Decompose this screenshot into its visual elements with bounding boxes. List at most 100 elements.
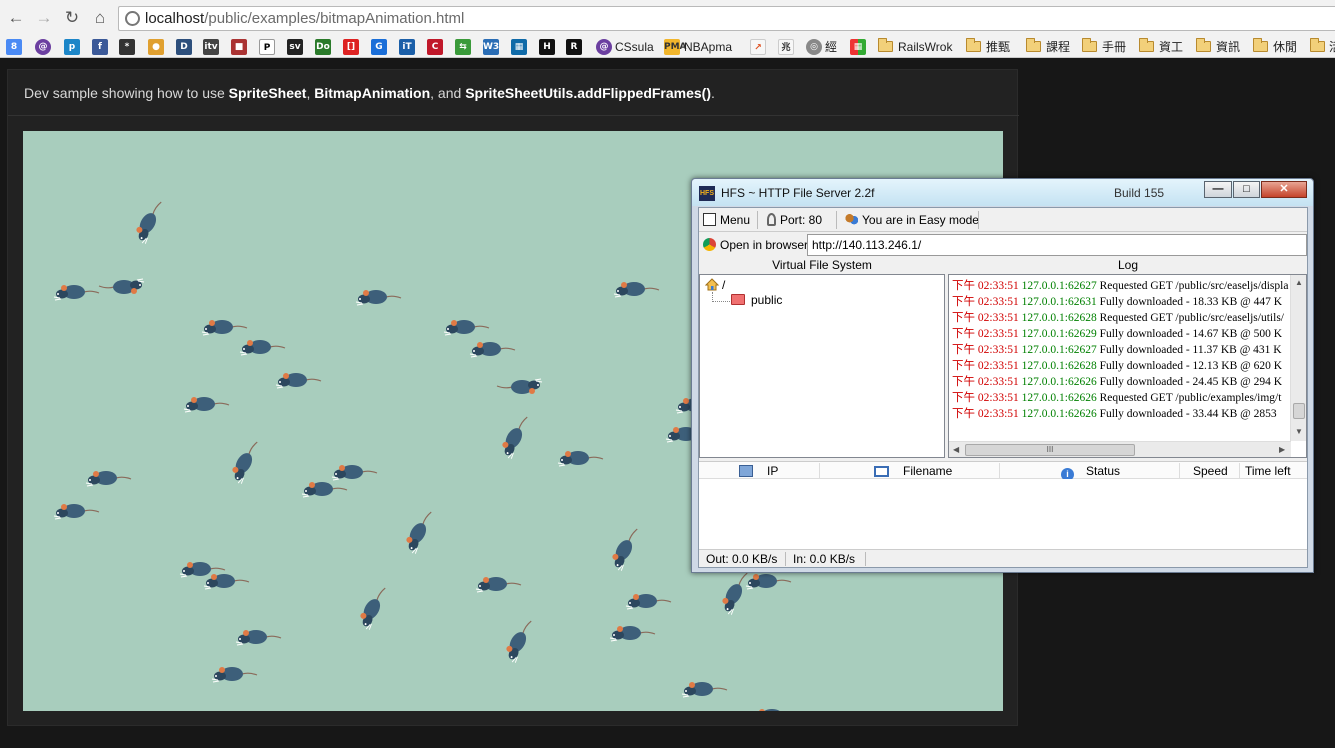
server-url-field[interactable]: http://140.113.246.1/ <box>807 234 1307 256</box>
bookmark-icon[interactable]: ■ <box>231 39 247 55</box>
bookmark-icon[interactable]: sv <box>287 39 303 55</box>
cssula-bookmark-icon[interactable]: @ <box>596 39 612 55</box>
nbapma-bookmark-icon[interactable]: PMA <box>664 39 687 55</box>
bookmark-jing[interactable]: 經 <box>825 39 837 55</box>
bookmark-icon[interactable]: Do <box>315 39 331 55</box>
folder-icon <box>966 38 981 52</box>
bookmark-folder-zixun[interactable]: 資訊 <box>1216 39 1240 55</box>
rat-sprite <box>609 626 656 642</box>
page-info-icon[interactable] <box>125 11 140 26</box>
bookmark-icon[interactable]: H <box>539 39 555 55</box>
bookmark-nbapma[interactable]: NBApma <box>684 39 732 55</box>
intro-suffix: . <box>711 85 715 101</box>
address-bar[interactable]: localhost/public/examples/bitmapAnimatio… <box>118 6 1335 31</box>
folder-icon <box>1253 38 1268 52</box>
vfs-heading: Virtual File System <box>772 258 872 272</box>
col-speed[interactable]: Speed <box>1193 464 1228 478</box>
col-filename[interactable]: Filename <box>874 464 952 478</box>
hfs-logo-icon: HFS <box>699 186 715 201</box>
reload-icon[interactable]: ↻ <box>62 8 82 28</box>
bookmark-icon[interactable]: ▦ <box>511 39 527 55</box>
bookmark-icon[interactable]: G <box>371 39 387 55</box>
scroll-left-icon[interactable]: ◀ <box>953 445 959 454</box>
computer-icon <box>739 465 753 477</box>
folder-icon <box>731 294 745 305</box>
bookmark-icon[interactable]: ▦ <box>850 39 866 55</box>
facebook-bookmark-icon[interactable]: f <box>92 39 108 55</box>
hfs-statusbar: Out: 0.0 KB/s In: 0.0 KB/s <box>699 549 1307 567</box>
col-timeleft[interactable]: Time left <box>1245 464 1291 478</box>
google-bookmark-icon[interactable]: 8 <box>6 39 22 55</box>
intro-prefix: Dev sample showing how to use <box>24 85 229 101</box>
scroll-right-icon[interactable]: ▶ <box>1279 445 1285 454</box>
log-entry: 下午 02:33:51 127.0.0.1:62628 Fully downlo… <box>952 358 1282 374</box>
bookmark-icon[interactable]: [] <box>343 39 359 55</box>
vfs-tree[interactable]: / public <box>699 274 945 458</box>
menu-button[interactable]: Menu <box>703 212 750 228</box>
vfs-item-public[interactable]: public <box>731 293 782 307</box>
log-time: 下午 02:33:51 <box>952 280 1019 292</box>
log-message: Fully downloaded - 18.33 KB @ 447 K <box>1099 296 1283 308</box>
maximize-icon[interactable]: □ <box>1233 181 1260 198</box>
connections-list[interactable] <box>699 479 1307 549</box>
rat-sprite <box>235 630 282 646</box>
scroll-down-icon[interactable]: ▼ <box>1295 427 1303 436</box>
window-icon <box>874 466 889 477</box>
chart-bookmark-icon[interactable]: ↗ <box>750 39 766 55</box>
users-icon <box>845 213 858 226</box>
bookmark-icon[interactable]: D <box>176 39 192 55</box>
log-panel[interactable]: 下午 02:33:51 127.0.0.1:62627 Requested GE… <box>948 274 1307 458</box>
log-vertical-thumb[interactable] <box>1293 403 1305 419</box>
hfs-window: HFS HFS ~ HTTP File Server 2.2f Build 15… <box>691 178 1314 573</box>
port-button[interactable]: Port: 80 <box>767 212 822 228</box>
scroll-up-icon[interactable]: ▲ <box>1295 278 1303 287</box>
rat-sprite <box>211 667 258 683</box>
log-entry: 下午 02:33:51 127.0.0.1:62627 Requested GE… <box>952 278 1288 294</box>
back-arrow-icon[interactable]: ← <box>6 8 26 28</box>
log-address: 127.0.0.1:62627 <box>1021 280 1097 292</box>
bookmark-icon[interactable]: C <box>427 39 443 55</box>
bookmark-folder-zigong[interactable]: 資工 <box>1159 39 1183 55</box>
hfs-title: HFS ~ HTTP File Server 2.2f <box>721 186 875 200</box>
rat-sprite <box>625 594 672 610</box>
rat-sprite <box>275 373 322 389</box>
log-horizontal-scrollbar[interactable]: ◀ III ▶ <box>949 441 1291 457</box>
hfs-titlebar[interactable]: HFS HFS ~ HTTP File Server 2.2f Build 15… <box>692 179 1313 206</box>
minimize-icon[interactable]: — <box>1204 181 1232 198</box>
forward-arrow-icon[interactable]: → <box>34 8 54 28</box>
bookmark-folder-last[interactable]: 活 <box>1329 39 1335 55</box>
log-horizontal-thumb[interactable]: III <box>965 444 1135 456</box>
log-vertical-scrollbar[interactable]: ▲ ▼ <box>1290 275 1306 441</box>
bookmark-icon[interactable]: p <box>64 39 80 55</box>
vfs-root-item[interactable]: / <box>704 278 725 292</box>
bookmark-icon[interactable]: iT <box>399 39 415 55</box>
bookmark-icon[interactable]: 兆 <box>778 39 794 55</box>
plug-icon <box>767 213 776 226</box>
status-in: In: 0.0 KB/s <box>793 552 856 566</box>
bookmark-cssula[interactable]: CSsula <box>615 39 654 55</box>
bookmark-icon[interactable]: @ <box>35 39 51 55</box>
home-icon[interactable]: ⌂ <box>90 8 110 28</box>
bookmark-icon[interactable]: W3 <box>483 39 499 55</box>
log-message: Requested GET /public/src/easeljs/utils/ <box>1099 312 1284 324</box>
open-in-browser-button[interactable]: Open in browser <box>703 237 808 253</box>
bookmark-icon[interactable]: itv <box>203 39 219 55</box>
bookmark-icon[interactable]: ● <box>148 39 164 55</box>
bookmark-folder-kecheng[interactable]: 課程 <box>1046 39 1070 55</box>
globe-bookmark-icon[interactable]: ◎ <box>806 39 822 55</box>
col-ip[interactable]: IP <box>739 464 778 478</box>
rat-sprite <box>469 342 516 358</box>
status-divider <box>865 552 866 566</box>
bookmark-folder-shouce[interactable]: 手冊 <box>1102 39 1126 55</box>
bookmark-folder-railswrok[interactable]: RailsWrok <box>898 39 952 55</box>
bookmark-folder-xiuxian[interactable]: 休閒 <box>1273 39 1297 55</box>
folder-icon <box>1026 38 1041 52</box>
bookmark-icon[interactable]: R <box>566 39 582 55</box>
folder-icon <box>1196 38 1211 52</box>
bookmark-folder-tuijian[interactable]: 推甄 <box>986 39 1010 55</box>
easy-mode-button[interactable]: You are in Easy mode <box>845 212 979 228</box>
bookmark-icon[interactable]: ⇆ <box>455 39 471 55</box>
close-icon[interactable]: ✕ <box>1261 181 1307 198</box>
bookmark-icon[interactable]: * <box>119 39 135 55</box>
bookmark-icon[interactable]: P <box>259 39 275 55</box>
